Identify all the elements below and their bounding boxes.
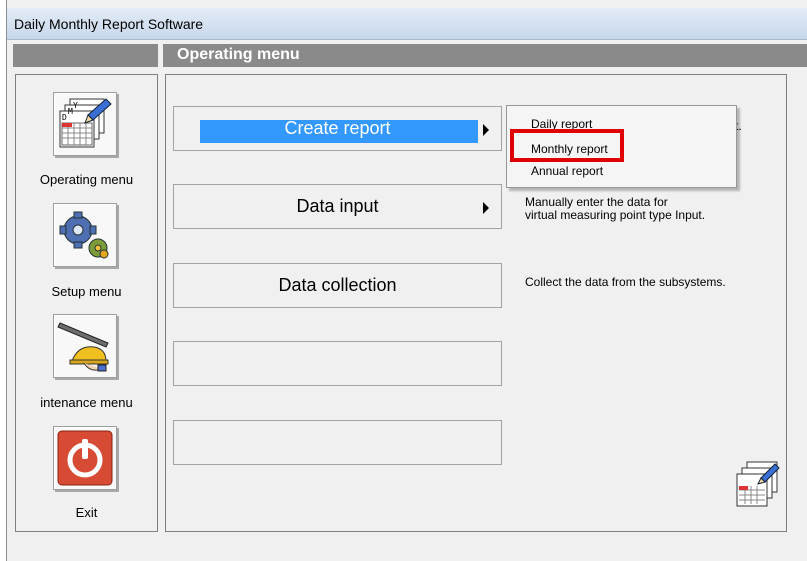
title-bar: Daily Monthly Report Software (7, 8, 807, 40)
data-input-label: Data input (296, 196, 379, 216)
exit-button[interactable] (53, 426, 117, 490)
create-report-label: Create report (284, 118, 391, 138)
svg-text:Y: Y (73, 101, 78, 110)
submenu-item-annual-report[interactable]: Annual report (531, 164, 603, 178)
power-icon (57, 430, 113, 486)
data-collection-label: Data collection (278, 275, 397, 295)
svg-text:D: D (62, 113, 67, 122)
calendar-report-icon (736, 461, 780, 507)
data-collection-description: Collect the data from the subsystems. (525, 275, 726, 289)
data-input-button[interactable]: Data input (173, 184, 502, 229)
sidebar-item-label: Operating menu (39, 172, 134, 187)
sidebar-item-label: Exit (75, 505, 98, 520)
setup-menu-button[interactable] (53, 203, 117, 267)
window-title: Daily Monthly Report Software (14, 16, 204, 32)
monthly-report-highlight-box (510, 129, 624, 162)
maintenance-tools-icon (57, 322, 109, 372)
empty-button-label (174, 342, 501, 385)
data-collection-button[interactable]: Data collection (173, 263, 502, 308)
operating-menu-button[interactable]: D M Y (53, 92, 117, 156)
empty-button-2[interactable] (173, 420, 502, 465)
data-input-description-line2: virtual measuring point type Input. (525, 208, 706, 222)
submenu-arrow-icon (483, 124, 489, 136)
submenu-arrow-icon (483, 202, 489, 214)
main-header-strip: Operating menu (163, 44, 807, 67)
calendar-report-icon: D M Y (59, 98, 112, 148)
create-report-button[interactable]: Create report (173, 106, 502, 151)
maintenance-menu-button[interactable] (53, 314, 117, 378)
empty-button-label (174, 421, 501, 464)
section-title: Operating menu (177, 46, 300, 63)
sidebar-item-label: intenance menu (40, 395, 133, 410)
gears-icon (59, 211, 109, 259)
sidebar: D M Y Operating menu Setup menu intenanc… (15, 74, 158, 532)
sidebar-header-strip (13, 44, 158, 67)
sidebar-item-label: Setup menu (51, 284, 122, 299)
empty-button-1[interactable] (173, 341, 502, 386)
